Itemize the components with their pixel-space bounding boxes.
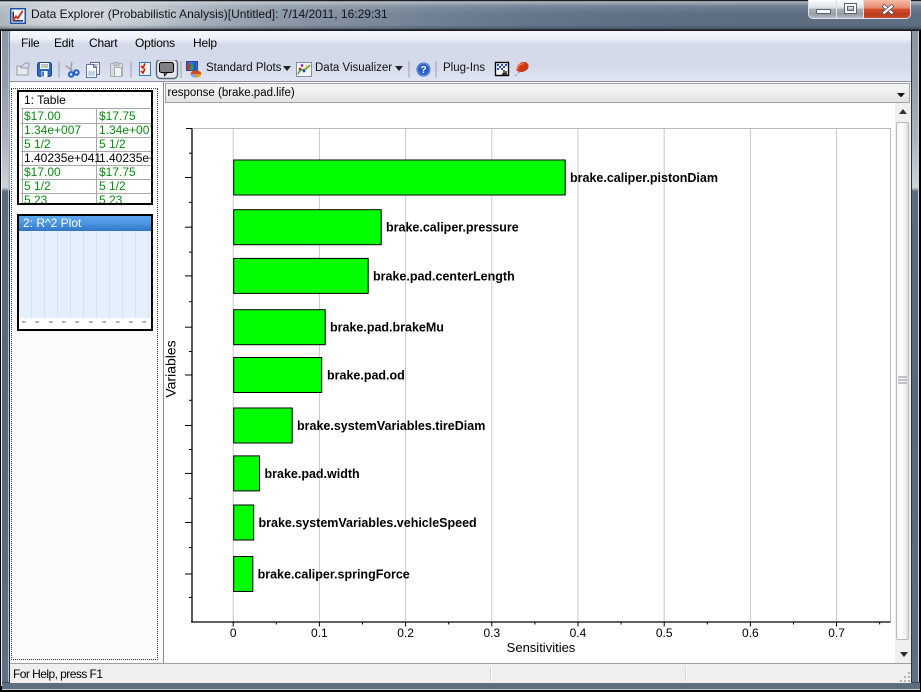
svg-text:brake.systemVariables.vehicleS: brake.systemVariables.vehicleSpeed [259, 516, 477, 530]
svg-text:Sensitivities: Sensitivities [507, 640, 576, 655]
svg-text:Variables: Variables [164, 340, 179, 397]
svg-text:brake.caliper.springForce: brake.caliper.springForce [258, 568, 410, 582]
svg-text:0.7: 0.7 [828, 626, 845, 640]
svg-text:brake.caliper.pistonDiam: brake.caliper.pistonDiam [570, 171, 718, 185]
svg-text:0.1: 0.1 [311, 626, 328, 640]
svg-text:brake.systemVariables.tireDiam: brake.systemVariables.tireDiam [297, 419, 485, 433]
svg-text:brake.caliper.pressure: brake.caliper.pressure [386, 221, 519, 235]
svg-text:?: ? [421, 65, 427, 76]
svg-text:0.2: 0.2 [397, 626, 414, 640]
svg-text:0.5: 0.5 [656, 626, 673, 640]
svg-text:0.4: 0.4 [570, 626, 587, 640]
svg-text:0.6: 0.6 [742, 626, 759, 640]
svg-text:0: 0 [230, 626, 237, 640]
svg-text:brake.pad.od: brake.pad.od [327, 369, 405, 383]
svg-text:0.3: 0.3 [483, 626, 500, 640]
svg-text:brake.pad.centerLength: brake.pad.centerLength [373, 269, 515, 283]
svg-text:brake.pad.brakeMu: brake.pad.brakeMu [330, 321, 444, 335]
svg-text:brake.pad.width: brake.pad.width [265, 467, 360, 481]
